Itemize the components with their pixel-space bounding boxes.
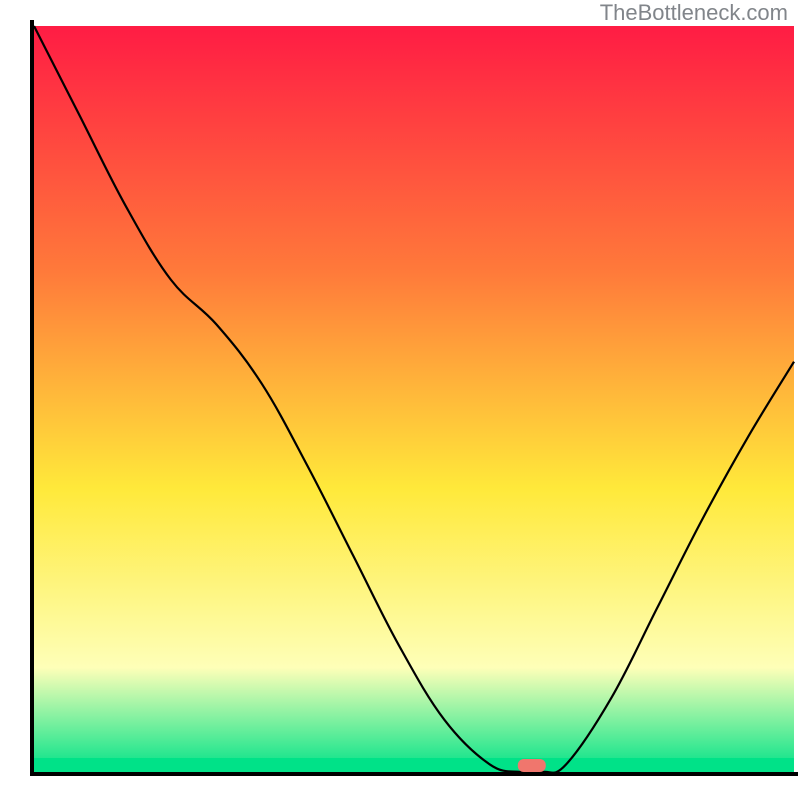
plot-area	[34, 26, 794, 773]
gradient-background	[34, 26, 794, 772]
bottleneck-chart	[0, 0, 800, 800]
green-band	[34, 758, 794, 772]
minimum-marker	[518, 759, 546, 772]
chart-container: TheBottleneck.com	[0, 0, 800, 800]
